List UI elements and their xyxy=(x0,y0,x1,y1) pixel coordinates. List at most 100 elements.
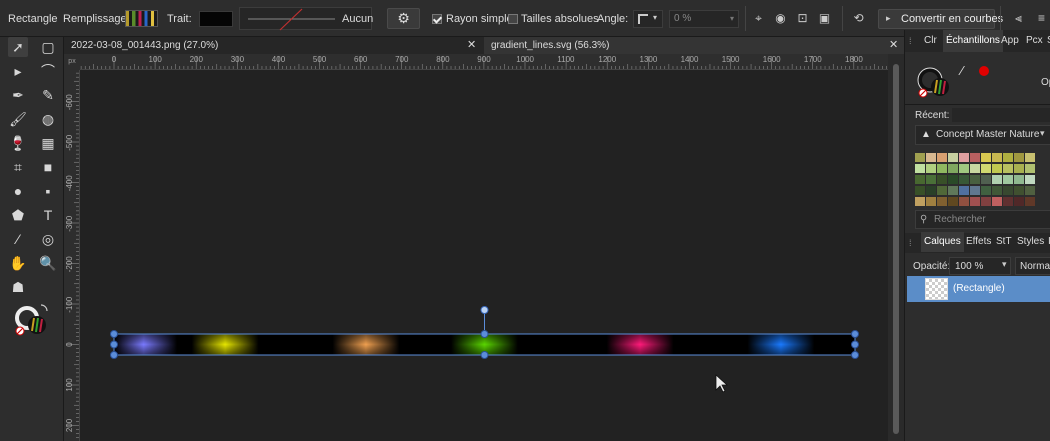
selection-handle[interactable] xyxy=(480,351,489,359)
swatch[interactable] xyxy=(937,153,947,162)
swatch[interactable] xyxy=(1025,175,1035,184)
hand-tool-icon[interactable]: ✋ xyxy=(8,253,28,273)
blend-mode-dropdown[interactable]: Normal xyxy=(1015,257,1050,275)
swatch[interactable] xyxy=(1003,164,1013,173)
swatch[interactable] xyxy=(981,175,991,184)
text-tool-icon[interactable]: T xyxy=(38,205,58,225)
swatch-search-input[interactable]: ⚲ Rechercher xyxy=(915,210,1050,229)
ellipse-tool-icon[interactable]: ● xyxy=(8,181,28,201)
align-left-icon[interactable]: ⫷ xyxy=(1010,10,1027,27)
swatch[interactable] xyxy=(915,153,925,162)
layer-row[interactable]: (Rectangle) xyxy=(907,276,1050,302)
scrollbar-thumb[interactable] xyxy=(893,64,899,434)
swatch[interactable] xyxy=(970,164,980,173)
eye-icon[interactable]: ◉ xyxy=(772,10,789,27)
selection-handle[interactable] xyxy=(851,340,859,349)
swatch[interactable] xyxy=(959,186,969,195)
bounding-box-icon[interactable]: ▣ xyxy=(816,10,833,27)
settings-button[interactable]: ⚙ xyxy=(387,8,420,29)
align-center-icon[interactable]: ≡ xyxy=(1033,10,1050,27)
swatch[interactable] xyxy=(981,164,991,173)
palette-dropdown[interactable]: ▲ Concept Master Nature ▾ xyxy=(915,125,1050,145)
fill-tool-icon[interactable]: ◍ xyxy=(38,109,58,129)
swatch[interactable] xyxy=(926,197,936,206)
tab-swatches[interactable]: Échantillons xyxy=(943,30,1003,52)
vertical-ruler[interactable]: -600 -500 -400 -300 -200 -100 0 100 200 xyxy=(64,70,80,441)
swatch[interactable] xyxy=(1003,175,1013,184)
tab-clr[interactable]: Clr xyxy=(924,30,937,52)
tab-effects[interactable]: Effets xyxy=(966,232,991,252)
swatch[interactable] xyxy=(1014,186,1024,195)
zoom-tool-icon[interactable]: 🔍 xyxy=(38,253,58,273)
swatch[interactable] xyxy=(970,153,980,162)
stroke-width-slider[interactable]: Aucun xyxy=(239,7,373,31)
eyedropper-icon[interactable]: ⁄ xyxy=(961,63,963,78)
corner-tool-icon[interactable]: ⌒ xyxy=(38,61,58,81)
swatch[interactable] xyxy=(970,175,980,184)
swatch[interactable] xyxy=(1003,197,1013,206)
swatch[interactable] xyxy=(981,153,991,162)
close-icon[interactable]: ✕ xyxy=(467,37,476,54)
swatch[interactable] xyxy=(937,164,947,173)
tab-app[interactable]: App xyxy=(1001,30,1019,52)
selection-handle[interactable] xyxy=(110,340,118,349)
selection-handle[interactable] xyxy=(480,330,489,338)
move-tool-icon[interactable]: ➚ xyxy=(8,37,28,57)
swatch[interactable] xyxy=(937,186,947,195)
swatch[interactable] xyxy=(948,164,958,173)
close-icon[interactable]: ✕ xyxy=(889,37,898,54)
swatch[interactable] xyxy=(1025,153,1035,162)
swatch[interactable] xyxy=(959,164,969,173)
tab-pcx[interactable]: Pcx xyxy=(1026,30,1043,52)
swatch[interactable] xyxy=(915,186,925,195)
selection-handle[interactable] xyxy=(110,351,118,359)
swatch[interactable] xyxy=(959,175,969,184)
tab-layers[interactable]: Calques xyxy=(921,232,964,252)
swatch[interactable] xyxy=(992,153,1002,162)
vector-crop-icon[interactable]: 🍷 xyxy=(8,133,28,153)
swatch[interactable] xyxy=(992,197,1002,206)
swatch[interactable] xyxy=(926,153,936,162)
swatch[interactable] xyxy=(970,186,980,195)
persona-icon[interactable]: ☗ xyxy=(8,277,28,297)
swatch[interactable] xyxy=(915,164,925,173)
swatch[interactable] xyxy=(959,153,969,162)
recent-swatches[interactable] xyxy=(952,108,1050,122)
swatch[interactable] xyxy=(1025,164,1035,173)
selection-handle[interactable] xyxy=(110,330,118,338)
swatch[interactable] xyxy=(1003,186,1013,195)
brush-tool-icon[interactable]: 🖌 xyxy=(8,109,28,129)
convert-to-curves-button[interactable]: ▸ Convertir en courbes xyxy=(878,9,1003,29)
selection-handle[interactable] xyxy=(851,351,859,359)
swatch[interactable] xyxy=(1014,153,1024,162)
stroke-swatch[interactable] xyxy=(199,11,233,27)
swatch[interactable] xyxy=(1014,164,1024,173)
fill-stroke-selector-icon[interactable] xyxy=(917,64,953,100)
swatch[interactable] xyxy=(948,197,958,206)
panel-grip-icon[interactable]: ⁞ xyxy=(909,30,912,52)
swatch[interactable] xyxy=(915,197,925,206)
swatch[interactable] xyxy=(992,175,1002,184)
swatch[interactable] xyxy=(959,197,969,206)
simple-radius-checkbox[interactable] xyxy=(432,14,442,24)
transform-icon[interactable]: ⊡ xyxy=(794,10,811,27)
swatch[interactable] xyxy=(981,186,991,195)
swatch[interactable] xyxy=(1003,153,1013,162)
pencil-tool-icon[interactable]: ✎ xyxy=(38,85,58,105)
node-tool-icon[interactable]: ▸ xyxy=(8,61,28,81)
swatch[interactable] xyxy=(1014,175,1024,184)
artboard-tool-icon[interactable]: ▢ xyxy=(38,37,58,57)
swatch[interactable] xyxy=(992,186,1002,195)
vertical-scrollbar[interactable] xyxy=(888,54,904,441)
swatch[interactable] xyxy=(926,164,936,173)
pen-tool-icon[interactable]: ✒ xyxy=(8,85,28,105)
rectangle-tool-icon[interactable]: ■ xyxy=(38,157,58,177)
swatch[interactable] xyxy=(915,175,925,184)
swatch[interactable] xyxy=(1025,186,1035,195)
swatch[interactable] xyxy=(970,197,980,206)
swatch[interactable] xyxy=(1014,197,1024,206)
canvas[interactable] xyxy=(80,70,888,441)
tab-stt[interactable]: StT xyxy=(996,232,1012,252)
rotation-handle[interactable] xyxy=(480,306,489,314)
crop-tool-icon[interactable]: ⌗ xyxy=(8,157,28,177)
